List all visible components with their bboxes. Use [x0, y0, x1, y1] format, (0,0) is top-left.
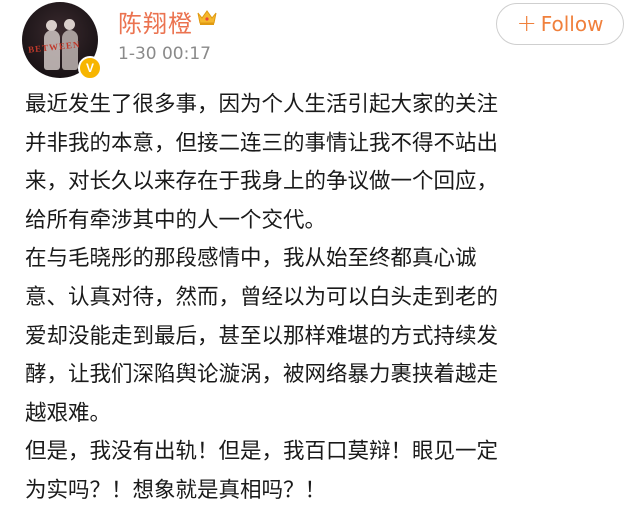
follow-button[interactable]: + Follow — [496, 3, 624, 45]
author-name[interactable]: 陈翔橙 — [118, 4, 193, 39]
post-header: BETWEEN V 陈翔橙 1-30 00:17 + Follow — [0, 0, 640, 84]
post-paragraph: 最近发生了很多事，因为个人生活引起大家的关注 并非我的本意，但接二连三的事情让我… — [25, 92, 499, 233]
post-body: 最近发生了很多事，因为个人生活引起大家的关注 并非我的本意，但接二连三的事情让我… — [25, 86, 630, 511]
avatar-figure-head — [64, 19, 75, 30]
verified-badge-icon: V — [78, 56, 102, 80]
post-paragraph: 在与毛晓彤的那段感情中，我从始至终都真心诚 意、认真对待，然而，曾经以为可以白头… — [25, 246, 499, 426]
plus-icon: + — [516, 9, 537, 37]
follow-button-label: Follow — [540, 12, 604, 36]
crown-icon — [197, 10, 217, 25]
post-paragraph: 但是，我没有出轨！但是，我百口莫辩！眼见一定 为实吗？！想象就是真相吗？！ — [25, 439, 499, 503]
post-timestamp: 1-30 00:17 — [118, 44, 211, 64]
